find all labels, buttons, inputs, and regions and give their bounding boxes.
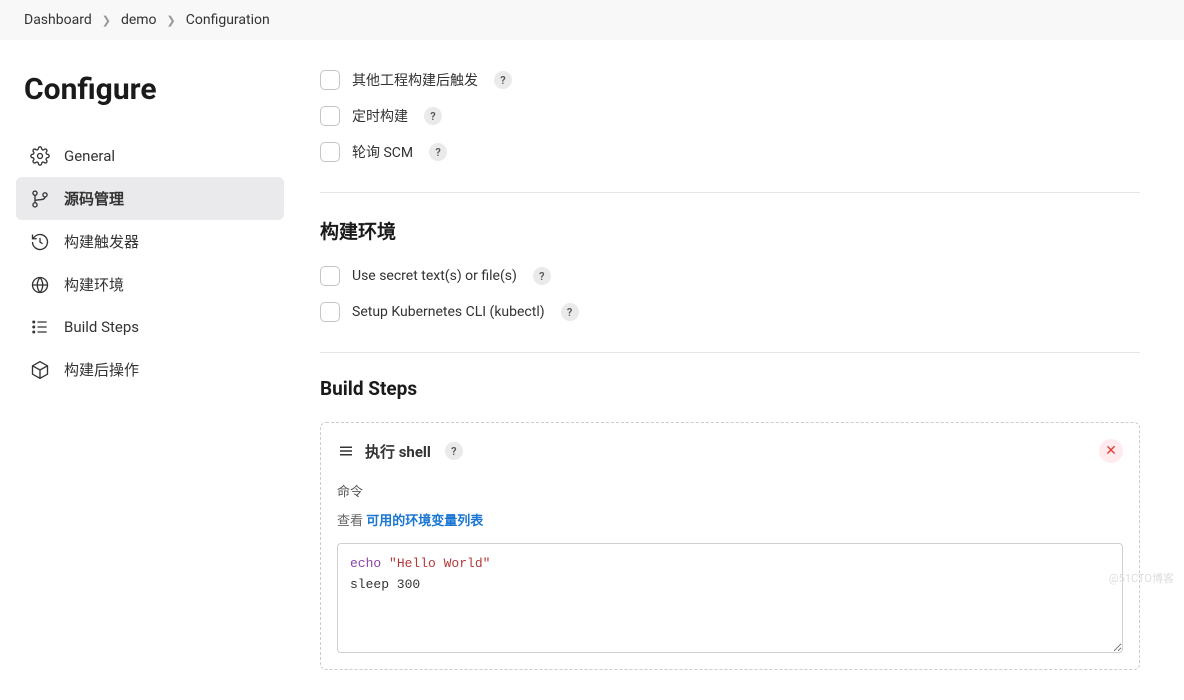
help-icon[interactable]: ? [533,267,551,285]
checkbox-label: Use secret text(s) or file(s) [352,268,517,284]
checkbox[interactable] [320,70,340,90]
sidebar-item-env[interactable]: 构建环境 [16,263,284,306]
sidebar-item-buildsteps[interactable]: Build Steps [16,306,284,348]
breadcrumb-item[interactable]: Configuration [186,12,270,28]
sidebar-item-postbuild[interactable]: 构建后操作 [16,348,284,391]
sidebar-item-label: 构建后操作 [64,359,139,380]
checkbox[interactable] [320,266,340,286]
sidebar-item-label: 构建触发器 [64,231,139,252]
sidebar-item-label: 构建环境 [64,274,124,295]
sidebar-item-label: Build Steps [64,318,139,336]
env-option: Use secret text(s) or file(s) ? [320,266,1140,286]
help-icon[interactable]: ? [494,71,512,89]
help-icon[interactable]: ? [429,143,447,161]
env-option: Setup Kubernetes CLI (kubectl) ? [320,302,1140,322]
divider [320,192,1140,193]
trigger-option: 定时构建 ? [320,106,1140,126]
chevron-right-icon: ❯ [102,14,111,27]
trigger-option: 其他工程构建后触发 ? [320,70,1140,90]
help-icon[interactable]: ? [424,107,442,125]
section-title-env: 构建环境 [320,217,1140,244]
sidebar-item-triggers[interactable]: 构建触发器 [16,220,284,263]
sidebar-item-label: General [64,147,115,165]
breadcrumb-item[interactable]: Dashboard [24,12,92,28]
env-hint: 查看 可用的环境变量列表 [337,510,1123,529]
field-label: 命令 [337,481,1123,500]
globe-icon [30,275,50,295]
checkbox[interactable] [320,106,340,126]
checkbox[interactable] [320,142,340,162]
hint-prefix: 查看 [337,514,366,529]
breadcrumb: Dashboard ❯ demo ❯ Configuration [0,0,1184,40]
package-icon [30,360,50,380]
gear-icon [30,146,50,166]
divider [320,352,1140,353]
checkbox[interactable] [320,302,340,322]
breadcrumb-item[interactable]: demo [121,12,157,28]
branch-icon [30,189,50,209]
help-icon[interactable]: ? [561,303,579,321]
list-icon [30,317,50,337]
close-icon: ✕ [1105,443,1117,459]
checkbox-label: 定时构建 [352,106,408,126]
help-icon[interactable]: ? [445,442,463,460]
trigger-option: 轮询 SCM ? [320,142,1140,162]
chevron-right-icon: ❯ [167,14,176,27]
checkbox-label: Setup Kubernetes CLI (kubectl) [352,304,545,320]
shell-command-input[interactable]: echo "Hello World" sleep 300 [337,543,1123,653]
build-step-card: 执行 shell ? ✕ 命令 查看 可用的环境变量列表 echo "Hello… [320,422,1140,670]
checkbox-label: 轮询 SCM [352,142,413,162]
sidebar-item-label: 源码管理 [64,188,124,209]
sidebar-item-scm[interactable]: 源码管理 [16,177,284,220]
section-title-buildsteps: Build Steps [320,377,1140,400]
sidebar: Configure General 源码管理 构建触发器 构建环境 [0,40,300,700]
drag-handle-icon[interactable] [337,442,355,460]
page-title: Configure [24,72,284,107]
history-icon [30,232,50,252]
env-vars-link[interactable]: 可用的环境变量列表 [366,514,483,529]
main-content: 其他工程构建后触发 ? 定时构建 ? 轮询 SCM ? 构建环境 Use sec… [300,40,1180,700]
checkbox-label: 其他工程构建后触发 [352,70,478,90]
sidebar-item-general[interactable]: General [16,135,284,177]
step-title: 执行 shell [365,441,431,462]
delete-step-button[interactable]: ✕ [1099,439,1123,463]
